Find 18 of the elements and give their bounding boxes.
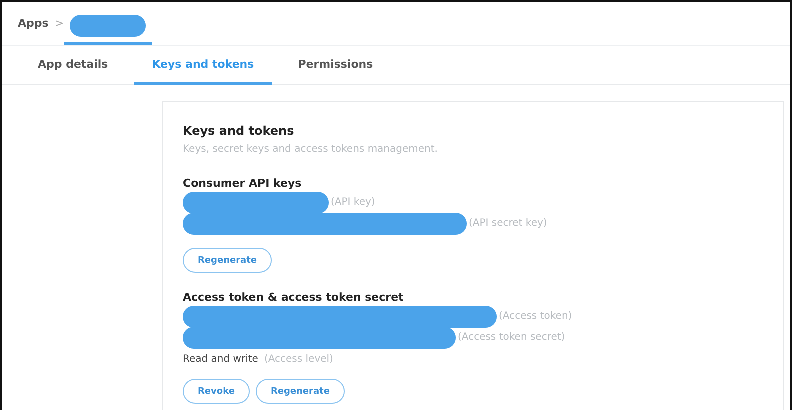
key-label: (Access token secret) [458,332,566,343]
access-level-value: Read and write [183,354,258,365]
outline-button[interactable]: Regenerate [183,248,272,273]
section-title: Keys and tokens [183,124,296,138]
section-description: Keys, secret keys and access tokens management. [183,144,439,155]
breadcrumb-separator: > [54,17,64,30]
tab[interactable]: Permissions [280,46,392,85]
group-title: Consumer API keys [183,177,303,190]
key-label: (Access token) [499,311,572,322]
access-level-label: (Access level) [264,354,334,365]
tab[interactable]: Keys and tokens [134,46,272,85]
outline-button[interactable]: Regenerate [256,379,345,404]
key-label: (API key) [331,197,376,208]
group-title: Access token & access token secret [183,291,405,304]
outline-button[interactable]: Revoke [183,379,250,404]
breadcrumb-link[interactable]: Apps [18,17,49,30]
key-label: (API secret key) [469,218,548,229]
tab[interactable]: App details [20,46,126,85]
